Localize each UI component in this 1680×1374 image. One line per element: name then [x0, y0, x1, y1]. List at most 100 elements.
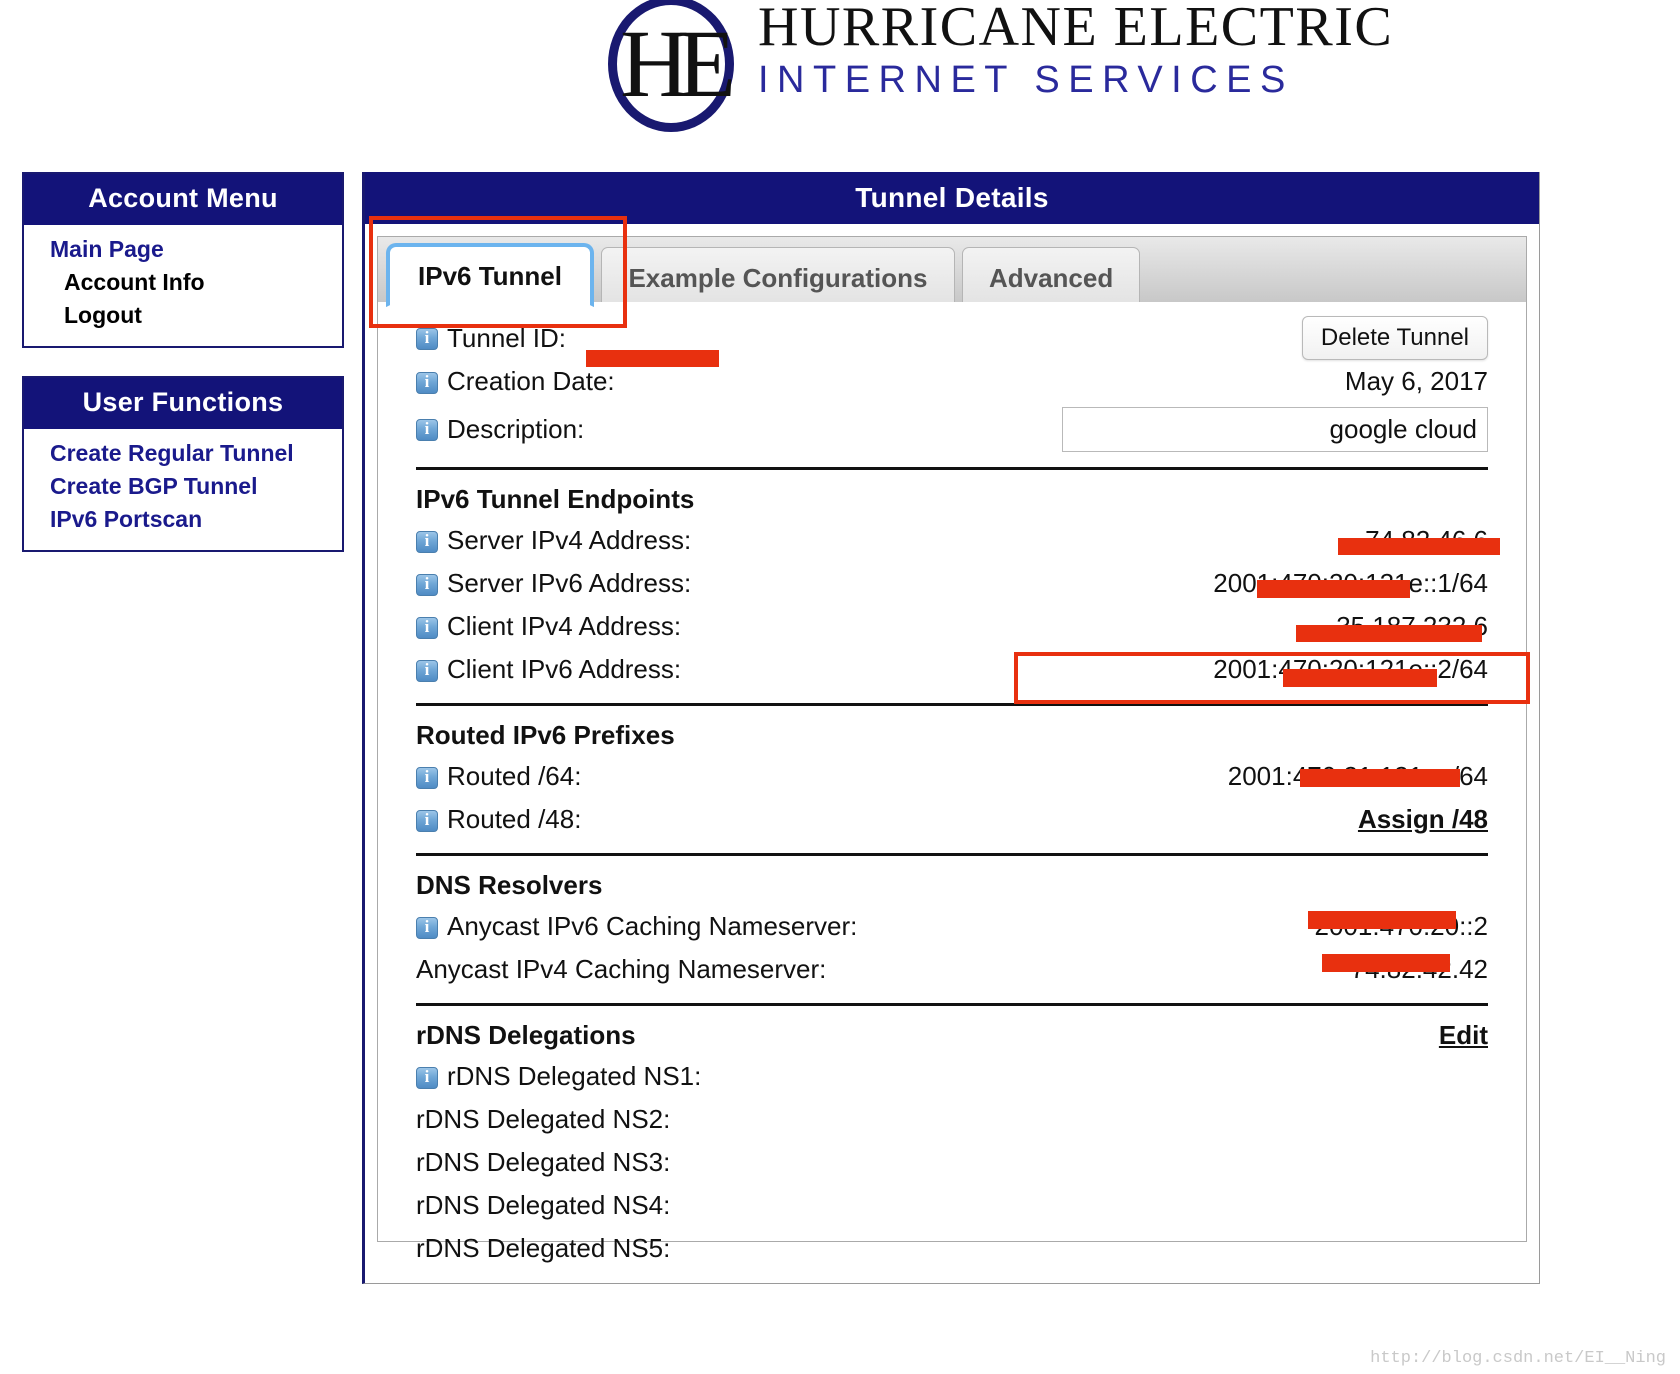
label-anycast-ipv4-ns: Anycast IPv4 Caching Nameserver:	[416, 954, 826, 985]
value-server-ipv4: 74.82.46.6	[1365, 525, 1488, 555]
info-icon[interactable]	[416, 809, 438, 832]
row-rdns-ns4: rDNS Delegated NS4:	[416, 1184, 1488, 1227]
row-rdns-ns2: rDNS Delegated NS2:	[416, 1098, 1488, 1141]
value-client-ipv6: 2001:470:20:121e::2/64	[1213, 654, 1488, 684]
edit-rdns-link[interactable]: Edit	[1439, 1020, 1488, 1051]
divider-routed	[416, 703, 1488, 706]
label-anycast-ipv6-ns: Anycast IPv6 Caching Nameserver:	[416, 911, 857, 942]
row-description: Description:	[416, 403, 1488, 455]
label-creation-date: Creation Date:	[416, 366, 615, 397]
sidebar-item-create-bgp-tunnel[interactable]: Create BGP Tunnel	[24, 470, 342, 503]
section-heading-rdns-text: rDNS Delegations	[416, 1020, 636, 1050]
divider-rdns	[416, 1003, 1488, 1006]
divider-dns	[416, 853, 1488, 856]
label-client-ipv6: Client IPv6 Address:	[416, 654, 681, 685]
info-icon[interactable]	[416, 1066, 438, 1089]
value-anycast-ipv6-ns: 2001:470:20::2	[1314, 911, 1489, 941]
label-anycast-ipv6-ns-text: Anycast IPv6 Caching Nameserver:	[447, 911, 858, 941]
label-tunnel-id: Tunnel ID:	[416, 323, 576, 354]
row-server-ipv6: Server IPv6 Address: 2001:470:20:121e::1…	[416, 562, 1488, 605]
row-creation-date: Creation Date: May 6, 2017	[416, 360, 1488, 403]
info-icon[interactable]	[416, 916, 438, 939]
main-content: Tunnel Details IPv6 Tunnel Example Confi…	[362, 172, 1540, 1284]
sidebar-item-create-regular-tunnel[interactable]: Create Regular Tunnel	[24, 437, 342, 470]
label-server-ipv6-text: Server IPv6 Address:	[447, 568, 692, 598]
tab-example-configurations[interactable]: Example Configurations	[601, 247, 955, 307]
logo-monogram-text: HE	[620, 10, 736, 117]
panel-account-menu: Account Menu Main Page Account Info Logo…	[22, 172, 344, 348]
brand-wordmark: HURRICANE ELECTRIC INTERNET SERVICES	[748, 0, 1393, 102]
brand-logo: HE HURRICANE ELECTRIC INTERNET SERVICES	[600, 0, 1393, 136]
info-icon[interactable]	[416, 659, 438, 682]
label-description: Description:	[416, 414, 584, 445]
divider-endpoints	[416, 467, 1488, 470]
sidebar-item-ipv6-portscan[interactable]: IPv6 Portscan	[24, 503, 342, 536]
label-rdns-ns3-text: rDNS Delegated NS3:	[416, 1147, 671, 1177]
label-anycast-ipv4-ns-text: Anycast IPv4 Caching Nameserver:	[416, 954, 827, 984]
sidebar-item-logout[interactable]: Logout	[24, 299, 342, 332]
tab-bar: IPv6 Tunnel Example Configurations Advan…	[377, 236, 1527, 307]
he-monogram-icon: HE	[600, 0, 748, 136]
assign-48-cell: Assign /48	[1358, 804, 1488, 835]
label-description-text: Description:	[447, 413, 585, 444]
label-server-ipv4: Server IPv4 Address:	[416, 525, 691, 556]
info-icon[interactable]	[416, 418, 438, 441]
panel-body-account-menu: Main Page Account Info Logout	[24, 225, 342, 346]
value-client-ipv4: 35.187.232.6	[1336, 611, 1488, 641]
label-server-ipv6: Server IPv6 Address:	[416, 568, 691, 599]
label-routed-48: Routed /48:	[416, 804, 581, 835]
section-heading-routed-prefixes: Routed IPv6 Prefixes	[416, 720, 675, 750]
info-icon[interactable]	[416, 327, 438, 350]
label-rdns-ns1-text: rDNS Delegated NS1:	[447, 1061, 702, 1091]
label-client-ipv4: Client IPv4 Address:	[416, 611, 681, 642]
delete-tunnel-cell: Delete Tunnel	[1301, 316, 1488, 360]
label-routed-64: Routed /64:	[416, 761, 581, 792]
value-anycast-ipv4-ns: 74.82.42.42	[1350, 954, 1488, 984]
tab-panel-ipv6-tunnel: Tunnel ID: Delete Tunnel Creation Date: …	[377, 302, 1527, 1263]
info-icon[interactable]	[416, 616, 438, 639]
label-server-ipv4-text: Server IPv4 Address:	[447, 525, 692, 555]
label-rdns-ns5: rDNS Delegated NS5:	[416, 1233, 670, 1264]
label-rdns-ns4: rDNS Delegated NS4:	[416, 1190, 670, 1221]
label-rdns-ns2-text: rDNS Delegated NS2:	[416, 1104, 671, 1134]
row-routed-48: Routed /48: Assign /48	[416, 798, 1488, 841]
tab-ipv6-tunnel[interactable]: IPv6 Tunnel	[386, 243, 594, 307]
row-tunnel-id: Tunnel ID: Delete Tunnel	[416, 316, 1488, 360]
value-routed-64: 2001:470:21:121e::/64	[1227, 761, 1488, 791]
row-rdns-ns1: rDNS Delegated NS1:	[416, 1055, 1488, 1098]
label-rdns-ns4-text: rDNS Delegated NS4:	[416, 1190, 671, 1220]
site-logo-header: HE HURRICANE ELECTRIC INTERNET SERVICES	[0, 0, 1680, 150]
sidebar-item-account-info[interactable]: Account Info	[24, 266, 342, 299]
info-icon[interactable]	[416, 573, 438, 596]
row-anycast-ipv6-ns: Anycast IPv6 Caching Nameserver: 2001:47…	[416, 905, 1488, 948]
panel-user-functions: User Functions Create Regular Tunnel Cre…	[22, 376, 344, 552]
row-rdns-ns5: rDNS Delegated NS5:	[416, 1227, 1488, 1270]
assign-48-link[interactable]: Assign /48	[1358, 804, 1488, 834]
label-routed-64-text: Routed /64:	[447, 761, 582, 791]
section-heading-endpoints: IPv6 Tunnel Endpoints	[416, 484, 695, 514]
section-heading-rdns-delegations: rDNS Delegations Edit	[416, 1012, 1488, 1055]
tab-advanced[interactable]: Advanced	[961, 247, 1141, 307]
brand-name: HURRICANE ELECTRIC	[758, 0, 1394, 58]
label-rdns-ns1: rDNS Delegated NS1:	[416, 1061, 701, 1092]
info-icon[interactable]	[416, 371, 438, 394]
description-input[interactable]	[1062, 406, 1488, 452]
panel-title-account-menu: Account Menu	[24, 174, 342, 225]
description-input-cell	[1062, 406, 1488, 452]
delete-tunnel-button[interactable]: Delete Tunnel	[1301, 316, 1488, 360]
row-rdns-ns3: rDNS Delegated NS3:	[416, 1141, 1488, 1184]
panel-body-user-functions: Create Regular Tunnel Create BGP Tunnel …	[24, 429, 342, 550]
brand-tagline: INTERNET SERVICES	[758, 59, 1294, 101]
label-rdns-ns2: rDNS Delegated NS2:	[416, 1104, 670, 1135]
label-routed-48-text: Routed /48:	[447, 804, 582, 834]
panel-title-user-functions: User Functions	[24, 378, 342, 429]
label-rdns-ns5-text: rDNS Delegated NS5:	[416, 1233, 671, 1263]
sidebar-item-main-page[interactable]: Main Page	[24, 233, 342, 266]
sidebar: Account Menu Main Page Account Info Logo…	[22, 172, 344, 580]
value-server-ipv6: 2001:470:20:121e::1/64	[1213, 568, 1488, 598]
row-server-ipv4: Server IPv4 Address: 74.82.46.6	[416, 519, 1488, 562]
info-icon[interactable]	[416, 766, 438, 789]
row-routed-64: Routed /64: 2001:470:21:121e::/64	[416, 755, 1488, 798]
row-client-ipv6: Client IPv6 Address: 2001:470:20:121e::2…	[416, 648, 1488, 691]
info-icon[interactable]	[416, 530, 438, 553]
